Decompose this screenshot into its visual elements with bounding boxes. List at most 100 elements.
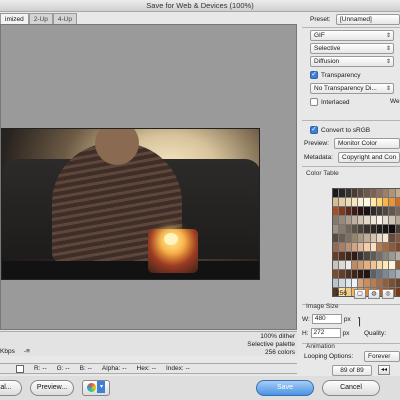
color-swatch-cell[interactable]	[333, 225, 339, 233]
color-swatch-cell[interactable]	[383, 252, 389, 260]
color-swatch-cell[interactable]	[339, 225, 345, 233]
color-swatch-cell[interactable]	[358, 270, 364, 278]
color-swatch-cell[interactable]	[358, 279, 364, 287]
color-swatch-cell[interactable]	[351, 225, 358, 233]
color-swatch-cell[interactable]	[358, 252, 364, 260]
matte-select[interactable]: No Transparency Di... ⇕	[310, 83, 394, 94]
color-swatch-cell[interactable]	[376, 270, 383, 278]
color-swatch-cell[interactable]	[389, 270, 395, 278]
color-swatch-cell[interactable]	[370, 243, 376, 251]
color-swatch-cell[interactable]	[370, 270, 376, 278]
color-swatch-cell[interactable]	[333, 234, 339, 242]
color-swatch-cell[interactable]	[351, 189, 358, 197]
preview-canvas[interactable]	[0, 24, 297, 330]
color-swatch-cell[interactable]	[395, 189, 400, 197]
color-swatch-cell[interactable]	[370, 234, 376, 242]
color-swatch-cell[interactable]	[339, 252, 345, 260]
color-swatch-cell[interactable]	[333, 243, 339, 251]
color-swatch-cell[interactable]	[376, 261, 383, 269]
color-swatch-cell[interactable]	[339, 261, 345, 269]
color-swatch-cell[interactable]	[383, 270, 389, 278]
color-swatch-cell[interactable]	[333, 216, 339, 224]
preview-select[interactable]: Monitor Color	[334, 138, 400, 149]
color-swatch-cell[interactable]	[376, 216, 383, 224]
dither-select[interactable]: Diffusion ⇕	[310, 56, 394, 67]
color-swatch-cell[interactable]	[389, 261, 395, 269]
color-swatch-cell[interactable]	[383, 225, 389, 233]
color-swatch-cell[interactable]	[345, 198, 351, 206]
color-swatch-cell[interactable]	[376, 225, 383, 233]
color-swatch-cell[interactable]	[383, 261, 389, 269]
color-swatch-cell[interactable]	[364, 216, 370, 224]
color-swatch-cell[interactable]	[351, 261, 358, 269]
color-swatch-cell[interactable]	[345, 270, 351, 278]
format-select[interactable]: GIF ⇕	[310, 30, 394, 41]
color-swatch-cell[interactable]	[339, 243, 345, 251]
color-swatch-cell[interactable]	[345, 243, 351, 251]
color-swatch-cell[interactable]	[345, 261, 351, 269]
color-swatch-cell[interactable]	[351, 198, 358, 206]
color-swatch-cell[interactable]	[339, 216, 345, 224]
color-swatch-cell[interactable]	[339, 270, 345, 278]
color-swatch-cell[interactable]	[339, 198, 345, 206]
color-swatch-cell[interactable]	[395, 225, 400, 233]
add-icon[interactable]: ◎	[382, 289, 394, 299]
color-swatch-cell[interactable]	[376, 252, 383, 260]
color-swatch-cell[interactable]	[389, 252, 395, 260]
interlaced-row[interactable]: Interlaced	[310, 98, 350, 106]
color-swatch-cell[interactable]	[351, 243, 358, 251]
color-swatch-cell[interactable]	[376, 243, 383, 251]
color-swatch-cell[interactable]	[370, 216, 376, 224]
color-swatch-cell[interactable]	[383, 198, 389, 206]
color-swatch-cell[interactable]	[383, 234, 389, 242]
color-table-grid[interactable]	[332, 188, 400, 297]
color-swatch-cell[interactable]	[351, 270, 358, 278]
convert-row[interactable]: ✓ Convert to sRGB	[310, 126, 370, 134]
color-swatch-cell[interactable]	[370, 252, 376, 260]
color-swatch-cell[interactable]	[333, 270, 339, 278]
color-swatch-cell[interactable]	[389, 198, 395, 206]
color-swatch-cell[interactable]	[364, 270, 370, 278]
color-swatch-cell[interactable]	[333, 261, 339, 269]
map-icon[interactable]: ▢	[354, 289, 366, 299]
color-swatch-cell[interactable]	[345, 207, 351, 215]
lock-icon[interactable]: ◍	[368, 289, 380, 299]
color-swatch-cell[interactable]	[358, 225, 364, 233]
color-swatch-cell[interactable]	[358, 189, 364, 197]
color-swatch-cell[interactable]	[383, 189, 389, 197]
color-swatch-cell[interactable]	[364, 252, 370, 260]
color-swatch-cell[interactable]	[364, 261, 370, 269]
color-swatch-cell[interactable]	[376, 279, 383, 287]
color-swatch-cell[interactable]	[333, 198, 339, 206]
preset-select[interactable]: [Unnamed]	[336, 14, 400, 25]
color-swatch-cell[interactable]	[395, 207, 400, 215]
color-swatch-cell[interactable]	[389, 234, 395, 242]
tab-optimized[interactable]: imized	[0, 13, 29, 24]
tab-4-up[interactable]: 4-Up	[52, 13, 77, 24]
color-swatch-cell[interactable]	[383, 207, 389, 215]
color-swatch-cell[interactable]	[370, 198, 376, 206]
color-swatch-cell[interactable]	[395, 270, 400, 278]
color-swatch-cell[interactable]	[370, 261, 376, 269]
cancel-button-left[interactable]: al...	[0, 380, 22, 396]
color-swatch-cell[interactable]	[364, 234, 370, 242]
color-swatch-cell[interactable]	[389, 225, 395, 233]
height-field[interactable]: 272	[310, 328, 341, 338]
color-swatch-cell[interactable]	[364, 243, 370, 251]
width-field[interactable]: 480	[311, 314, 342, 324]
color-swatch-cell[interactable]	[389, 243, 395, 251]
color-swatch-cell[interactable]	[395, 288, 400, 296]
color-swatch-cell[interactable]	[383, 243, 389, 251]
color-swatch-cell[interactable]	[364, 279, 370, 287]
color-swatch-cell[interactable]	[395, 198, 400, 206]
cancel-button[interactable]: Cancel	[322, 380, 380, 396]
first-frame-icon[interactable]: ◂◂	[378, 365, 390, 375]
color-swatch-cell[interactable]	[351, 207, 358, 215]
transparency-row[interactable]: ✓ Transparency	[310, 71, 361, 79]
color-swatch-cell[interactable]	[376, 198, 383, 206]
color-swatch-cell[interactable]	[370, 207, 376, 215]
color-swatch-cell[interactable]	[395, 261, 400, 269]
color-swatch-cell[interactable]	[364, 198, 370, 206]
color-swatch-cell[interactable]	[389, 207, 395, 215]
preview-button[interactable]: Preview...	[30, 380, 74, 396]
